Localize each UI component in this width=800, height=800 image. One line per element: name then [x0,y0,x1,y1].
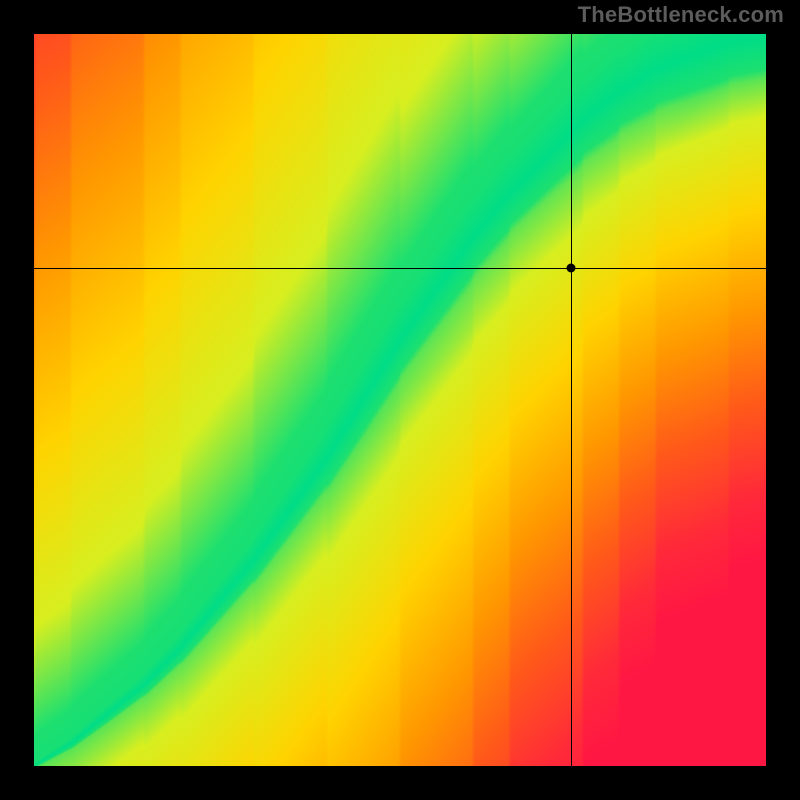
crosshair-horizontal [34,268,766,269]
heatmap-canvas [34,34,766,766]
chart-frame [0,0,800,800]
watermark-text: TheBottleneck.com [578,2,784,28]
crosshair-vertical [571,34,572,766]
chart-root: TheBottleneck.com [0,0,800,800]
plot-area [34,34,766,766]
crosshair-marker [567,263,576,272]
